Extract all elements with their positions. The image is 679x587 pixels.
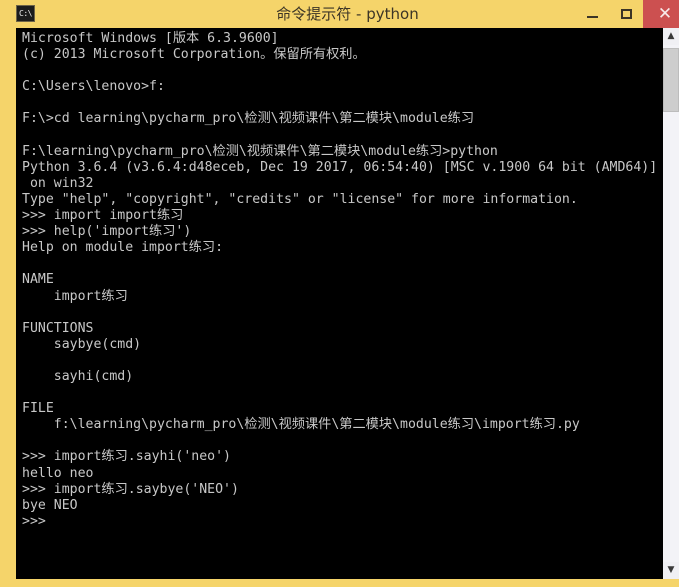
close-icon: ✕ (657, 3, 673, 24)
console-window: C:\ 命令提示符 - python ✕ Microsoft Windows [… (0, 0, 679, 587)
scrollbar-track[interactable] (663, 45, 679, 562)
scroll-up-arrow-icon[interactable]: ▲ (663, 28, 679, 45)
terminal-output-area[interactable]: Microsoft Windows [版本 6.3.9600] (c) 2013… (16, 28, 663, 579)
maximize-icon (620, 9, 632, 19)
maximize-button[interactable] (609, 0, 643, 28)
scrollbar-thumb[interactable] (663, 48, 679, 112)
console-icon: C:\ (16, 5, 35, 22)
title-bar[interactable]: C:\ 命令提示符 - python ✕ (8, 0, 679, 28)
minimize-button[interactable] (575, 0, 609, 28)
window-controls: ✕ (575, 0, 679, 28)
minimize-icon (586, 16, 598, 18)
vertical-scrollbar[interactable]: ▲ ▼ (663, 28, 679, 579)
close-button[interactable]: ✕ (643, 0, 679, 28)
scroll-down-arrow-icon[interactable]: ▼ (663, 562, 679, 579)
terminal-text: Microsoft Windows [版本 6.3.9600] (c) 2013… (22, 31, 658, 529)
